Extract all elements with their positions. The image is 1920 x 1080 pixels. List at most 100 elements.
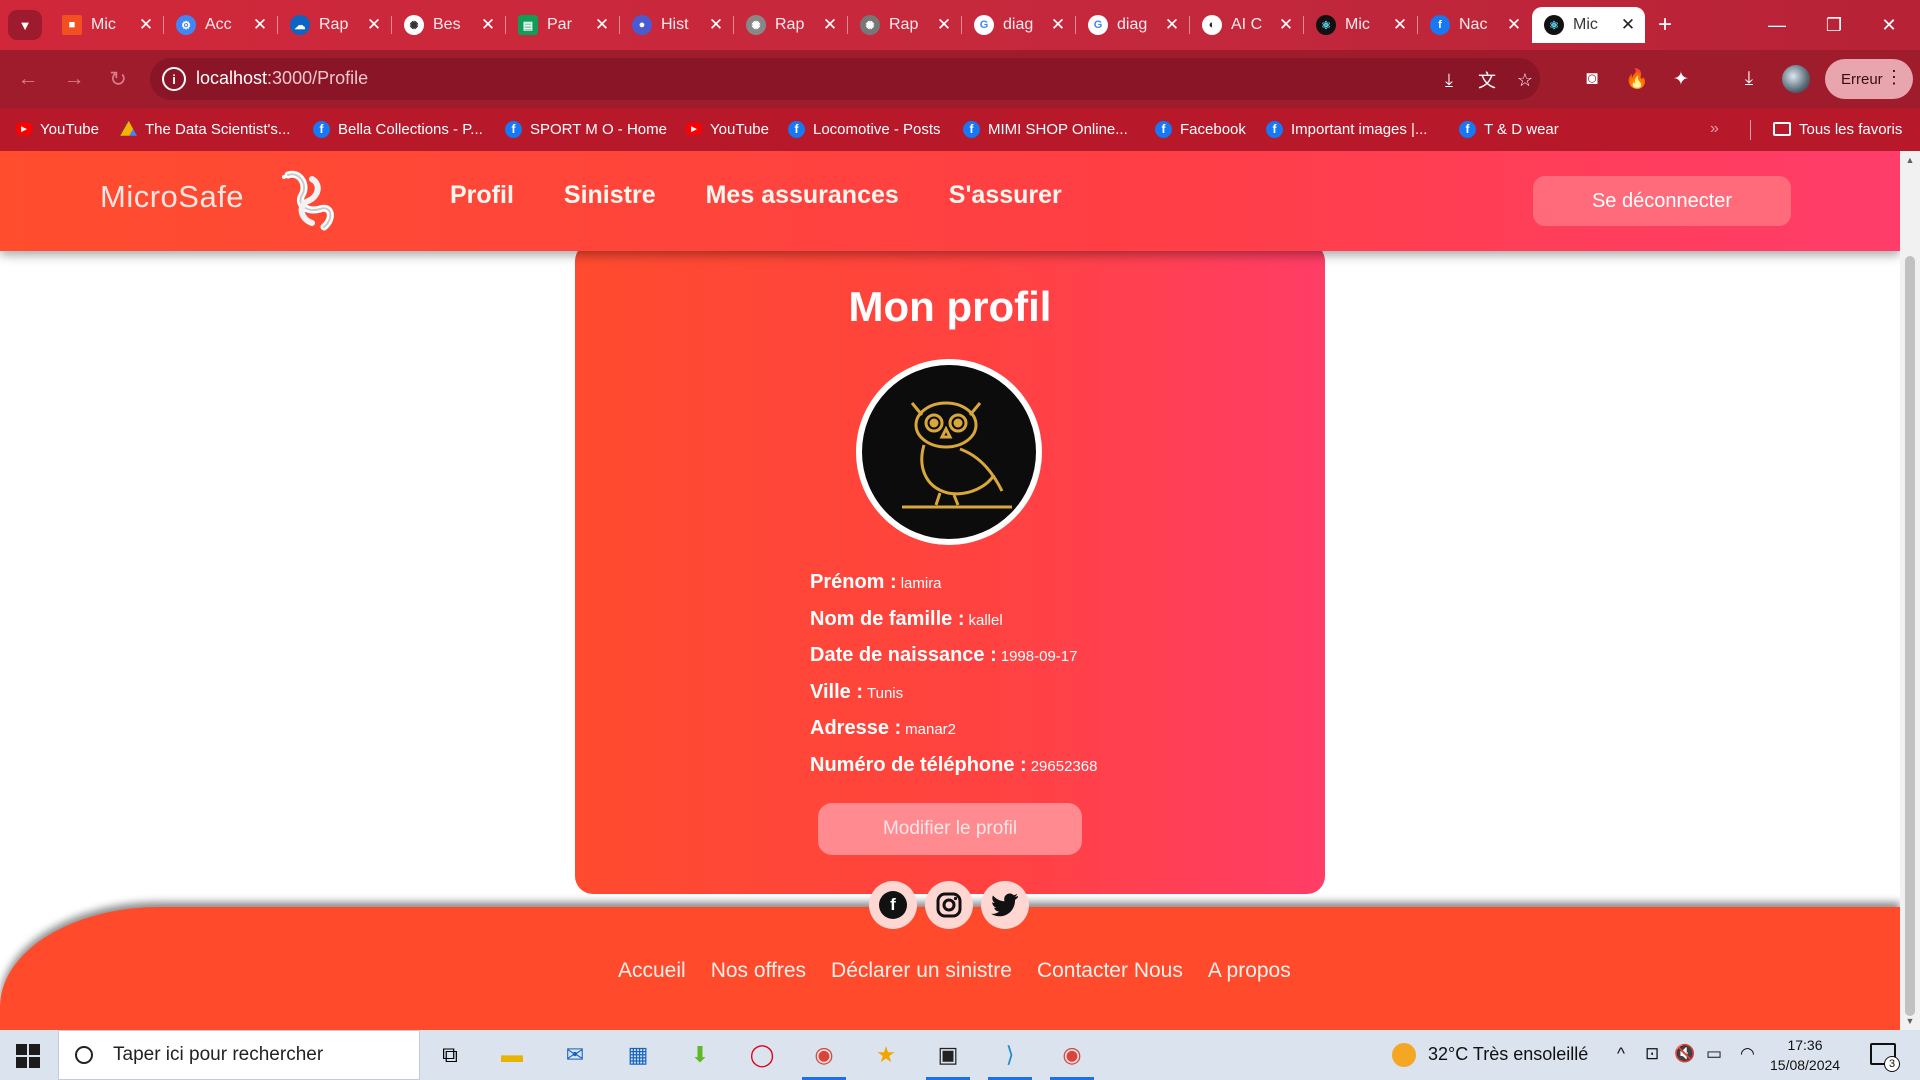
close-icon[interactable]: ✕ bbox=[1391, 15, 1409, 35]
sun-icon[interactable] bbox=[1392, 1043, 1416, 1067]
nav-link-profil[interactable]: Profil bbox=[450, 181, 514, 210]
tab-search-button[interactable]: ▼ bbox=[8, 10, 42, 40]
chrome-profile-icon[interactable]: ◉ bbox=[1050, 1037, 1094, 1080]
all-bookmarks-folder[interactable]: Tous les favoris bbox=[1773, 116, 1902, 142]
bookmark-item[interactable]: ▶ YouTube bbox=[686, 116, 769, 142]
star-app-icon[interactable]: ★ bbox=[868, 1037, 904, 1073]
browser-tab[interactable]: ☁ Rap ✕ bbox=[278, 7, 392, 43]
close-icon[interactable]: ✕ bbox=[1505, 15, 1523, 35]
wifi-icon[interactable]: ◠ bbox=[1740, 1044, 1755, 1064]
task-view-icon[interactable]: ⧉ bbox=[432, 1037, 468, 1073]
nav-link-sinistre[interactable]: Sinistre bbox=[564, 181, 656, 210]
opera-icon[interactable]: ◯ bbox=[744, 1037, 780, 1073]
browser-tab[interactable]: ⚙ Acc ✕ bbox=[164, 7, 278, 43]
site-logo-text[interactable]: MicroSafe bbox=[100, 179, 244, 215]
browser-tab[interactable]: ■ Mic ✕ bbox=[50, 7, 164, 43]
edit-profile-button[interactable]: Modifier le profil bbox=[818, 803, 1082, 855]
browser-tab[interactable]: ✺ Rap ✕ bbox=[848, 7, 962, 43]
close-icon[interactable]: ✕ bbox=[1619, 15, 1637, 35]
close-icon[interactable]: ✕ bbox=[935, 15, 953, 35]
forward-button[interactable]: → bbox=[58, 63, 90, 95]
reload-button[interactable]: ↻ bbox=[102, 63, 134, 95]
footer-link-nos-offres[interactable]: Nos offres bbox=[711, 959, 806, 983]
close-icon[interactable]: ✕ bbox=[593, 15, 611, 35]
logout-button[interactable]: Se déconnecter bbox=[1533, 176, 1791, 226]
new-tab-button[interactable]: + bbox=[1650, 10, 1680, 40]
volume-muted-icon[interactable]: 🔇 bbox=[1674, 1044, 1695, 1064]
browser-tab[interactable]: ▤ Par ✕ bbox=[506, 7, 620, 43]
browser-tab[interactable]: ● Hist ✕ bbox=[620, 7, 734, 43]
profile-avatar[interactable] bbox=[1782, 65, 1810, 93]
close-icon[interactable]: ✕ bbox=[707, 15, 725, 35]
facebook-link[interactable]: f bbox=[869, 881, 917, 929]
bookmark-item[interactable]: f Bella Collections - P... bbox=[313, 116, 483, 142]
back-button[interactable]: ← bbox=[12, 63, 44, 95]
browser-tab[interactable]: Gdiag ✕ bbox=[1076, 7, 1190, 43]
page-scrollbar[interactable]: ▲ ▼ bbox=[1900, 151, 1920, 1030]
scroll-down-icon[interactable]: ▼ bbox=[1904, 1016, 1916, 1026]
browser-tab[interactable]: ✺ Bes ✕ bbox=[392, 7, 506, 43]
bookmark-item[interactable]: fT & D wear bbox=[1459, 116, 1559, 142]
flame-extension-icon[interactable]: 🔥 bbox=[1624, 66, 1650, 92]
bookmark-item[interactable]: f Locomotive - Posts bbox=[788, 116, 941, 142]
bookmark-item[interactable]: f Important images |... bbox=[1266, 116, 1427, 142]
more-icon[interactable]: ⋮ bbox=[1885, 67, 1903, 88]
close-icon[interactable]: ✕ bbox=[479, 15, 497, 35]
url-text[interactable]: localhost:3000/Profile bbox=[196, 68, 368, 89]
nav-link-s-assurer[interactable]: S'assurer bbox=[949, 181, 1062, 210]
file-explorer-icon[interactable]: ▬ bbox=[494, 1037, 530, 1073]
star-icon[interactable]: ☆ bbox=[1514, 69, 1536, 91]
bookmark-item[interactable]: f MIMI SHOP Online... bbox=[963, 116, 1128, 142]
footer-link-a-propos[interactable]: A propos bbox=[1208, 959, 1291, 983]
scroll-up-icon[interactable]: ▲ bbox=[1904, 155, 1916, 165]
restore-button[interactable]: ❐ bbox=[1803, 0, 1865, 50]
close-window-button[interactable]: ✕ bbox=[1858, 0, 1920, 50]
site-info-icon[interactable]: i bbox=[162, 67, 186, 91]
weather-text[interactable]: 32°C Très ensoleillé bbox=[1428, 1044, 1588, 1065]
browser-tab[interactable]: ◐ AI C ✕ bbox=[1190, 7, 1304, 43]
close-icon[interactable]: ✕ bbox=[137, 15, 155, 35]
browser-tab[interactable]: Gdiag ✕ bbox=[962, 7, 1076, 43]
browser-tab[interactable]: ✺ Rap ✕ bbox=[734, 7, 848, 43]
twitter-link[interactable] bbox=[981, 881, 1029, 929]
windows-start-icon[interactable] bbox=[16, 1044, 40, 1068]
bookmark-item[interactable]: f SPORT M O - Home bbox=[505, 116, 667, 142]
address-bar[interactable]: i localhost:3000/Profile ⤓ 文 ☆ bbox=[150, 58, 1540, 100]
battery-icon[interactable]: ▭ bbox=[1706, 1044, 1722, 1064]
close-icon[interactable]: ✕ bbox=[1163, 15, 1181, 35]
nav-link-mes-assurances[interactable]: Mes assurances bbox=[706, 181, 899, 210]
extensions-icon[interactable]: ✦ bbox=[1668, 66, 1694, 92]
browser-tab[interactable]: ⚛ Mic ✕ bbox=[1304, 7, 1418, 43]
instagram-link[interactable] bbox=[925, 881, 973, 929]
more-bookmarks-icon[interactable]: » bbox=[1710, 120, 1719, 138]
download-icon[interactable]: ⤓ bbox=[1736, 66, 1762, 92]
terminal-icon[interactable]: ▣ bbox=[926, 1037, 970, 1080]
footer-link-contacter-nous[interactable]: Contacter Nous bbox=[1037, 959, 1183, 983]
close-icon[interactable]: ✕ bbox=[1049, 15, 1067, 35]
close-icon[interactable]: ✕ bbox=[365, 15, 383, 35]
browser-tab[interactable]: f Nac ✕ bbox=[1418, 7, 1531, 43]
store-icon[interactable]: ▦ bbox=[620, 1037, 656, 1073]
translate-icon[interactable]: 文 bbox=[1476, 69, 1498, 91]
install-app-icon[interactable]: ⤓ bbox=[1438, 69, 1460, 91]
close-icon[interactable]: ✕ bbox=[251, 15, 269, 35]
bookmark-item[interactable]: f Facebook bbox=[1155, 116, 1246, 142]
mail-icon[interactable]: ✉ bbox=[557, 1037, 593, 1073]
browser-tab-active[interactable]: ⚛ Mic ✕ bbox=[1532, 7, 1645, 43]
minimize-button[interactable]: — bbox=[1746, 0, 1808, 50]
taskbar-search[interactable]: Taper ici pour rechercher bbox=[58, 1030, 420, 1080]
security-icon[interactable]: ⊡ bbox=[1645, 1044, 1659, 1064]
footer-link-accueil[interactable]: Accueil bbox=[618, 959, 686, 983]
pocket-icon[interactable]: ◙ bbox=[1579, 66, 1605, 92]
chevron-up-icon[interactable]: ^ bbox=[1617, 1044, 1625, 1064]
close-icon[interactable]: ✕ bbox=[1277, 15, 1295, 35]
chrome-icon[interactable]: ◉ bbox=[802, 1037, 846, 1080]
bookmark-item[interactable]: The Data Scientist's... bbox=[120, 116, 290, 142]
bookmark-item[interactable]: ▶ YouTube bbox=[16, 116, 99, 142]
vscode-icon[interactable]: ⟩ bbox=[988, 1037, 1032, 1080]
scroll-thumb[interactable] bbox=[1905, 256, 1915, 1016]
close-icon[interactable]: ✕ bbox=[821, 15, 839, 35]
clock[interactable]: 17:36 15/08/2024 bbox=[1770, 1035, 1840, 1075]
download-manager-icon[interactable]: ⬇ bbox=[682, 1037, 718, 1073]
footer-link-declarer-sinistre[interactable]: Déclarer un sinistre bbox=[831, 959, 1012, 983]
